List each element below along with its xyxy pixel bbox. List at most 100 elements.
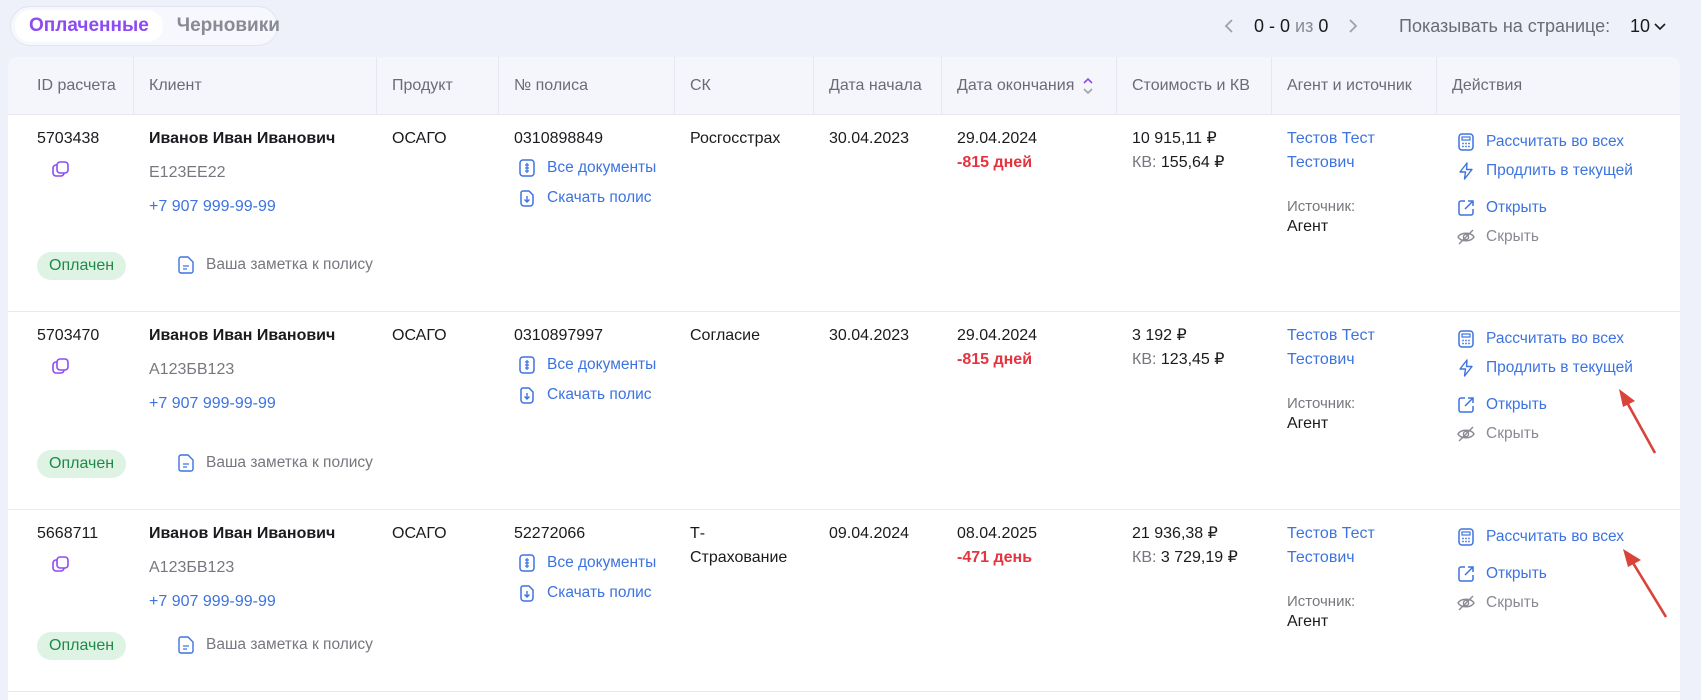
copy-icon[interactable] (50, 159, 72, 181)
open-button[interactable]: Открыть (1456, 196, 1547, 220)
commission: КВ: 155,64 ₽ (1132, 151, 1224, 175)
hide-label: Скрыть (1486, 425, 1539, 442)
col-end-date[interactable]: Дата окончания (957, 57, 1094, 115)
download-icon (520, 190, 534, 207)
download-policy-link[interactable]: Скачать полис (517, 578, 656, 608)
prev-page-button[interactable] (1220, 12, 1238, 40)
calc-all-button[interactable]: Рассчитать во всех (1456, 327, 1624, 351)
hide-button[interactable]: Скрыть (1456, 225, 1539, 249)
days-left: -815 дней (957, 351, 1033, 368)
row-id: 5703470 (37, 327, 100, 344)
start-date: 30.04.2023 (829, 130, 910, 147)
col-product: Продукт (392, 77, 453, 94)
client-name: Иванов Иван Иванович (149, 327, 336, 344)
product: ОСАГО (392, 130, 447, 147)
col-actions: Действия (1452, 77, 1523, 94)
download-icon (520, 585, 534, 602)
eye-off-icon (1457, 595, 1475, 611)
col-insurer: СК (690, 77, 711, 94)
copy-icon[interactable] (50, 356, 72, 378)
days-left: -471 день (957, 549, 1033, 566)
note-icon (178, 636, 194, 654)
lightning-icon (1459, 162, 1473, 180)
table-header: ID расчета Клиент Продукт № полиса СК Да… (8, 57, 1680, 115)
extend-current-button[interactable]: Продлить в текущей (1456, 356, 1633, 380)
kv-value: 123,45 ₽ (1160, 351, 1225, 368)
all-documents-link[interactable]: Все документы (517, 350, 656, 380)
end-date: 29.04.2024 (957, 130, 1038, 147)
per-page-label: Показывать на странице: (1399, 15, 1611, 36)
policy-note-button[interactable]: Ваша заметка к полису (176, 453, 373, 473)
all-documents-label: Все документы (547, 356, 657, 373)
document-icon (519, 554, 535, 572)
row-id: 5703438 (37, 130, 100, 147)
open-button[interactable]: Открыть (1456, 562, 1547, 586)
source-value: Агент (1287, 415, 1329, 432)
price: 10 915,11 ₽ (1132, 130, 1217, 147)
document-icon (519, 159, 535, 177)
per-page-select[interactable]: 10 (1630, 12, 1666, 40)
policy-note-button[interactable]: Ваша заметка к полису (176, 255, 373, 275)
policy-note-button[interactable]: Ваша заметка к полису (176, 635, 373, 655)
all-documents-link[interactable]: Все документы (517, 153, 656, 183)
eye-off-icon (1457, 229, 1475, 245)
col-client: Клиент (149, 77, 202, 94)
insurer: Росгосстрах (690, 130, 781, 147)
calc-all-label: Рассчитать во всех (1486, 528, 1625, 545)
sort-icon[interactable] (1082, 76, 1094, 96)
client-phone[interactable]: +7 907 999-99-99 (149, 590, 276, 614)
all-documents-label: Все документы (547, 554, 657, 571)
open-label: Открыть (1486, 199, 1547, 216)
pagination-range: 0 - 0 из 0 (1254, 12, 1328, 40)
kv-value: 155,64 ₽ (1160, 154, 1225, 171)
chevron-left-icon (1224, 19, 1233, 33)
open-label: Открыть (1486, 396, 1547, 413)
status-badge: Оплачен (37, 450, 127, 478)
agent-name[interactable]: Тестов Тест Тестович (1287, 324, 1397, 372)
hide-button[interactable]: Скрыть (1456, 591, 1539, 615)
days-left: -815 дней (957, 154, 1033, 171)
calculator-icon (1458, 528, 1474, 546)
commission: КВ: 3 729,19 ₽ (1132, 546, 1238, 570)
extend-current-button[interactable]: Продлить в текущей (1456, 159, 1633, 183)
download-policy-label: Скачать полис (547, 386, 652, 403)
client-phone[interactable]: +7 907 999-99-99 (149, 195, 276, 219)
open-label: Открыть (1486, 565, 1547, 582)
table-row: 5668711 Иванов Иван Иванович А123БВ123 +… (8, 510, 1680, 692)
copy-icon[interactable] (50, 554, 72, 576)
hide-button[interactable]: Скрыть (1456, 422, 1539, 446)
calc-all-label: Рассчитать во всех (1486, 133, 1625, 150)
col-id: ID расчета (37, 77, 116, 94)
policy-note-label: Ваша заметка к полису (206, 256, 373, 273)
table-row: 5703438 Иванов Иван Иванович Е123ЕЕ22 +7… (8, 115, 1680, 312)
client-phone[interactable]: +7 907 999-99-99 (149, 392, 276, 416)
download-policy-label: Скачать полис (547, 584, 652, 601)
of-label: из (1295, 15, 1314, 36)
commission: КВ: 123,45 ₽ (1132, 348, 1224, 372)
car-plate: А123БВ123 (149, 361, 235, 378)
all-documents-link[interactable]: Все документы (517, 548, 656, 578)
open-button[interactable]: Открыть (1456, 393, 1547, 417)
policy-number: 52272066 (514, 525, 586, 542)
agent-name[interactable]: Тестов Тест Тестович (1287, 522, 1397, 570)
status-tabs: Оплаченные Черновики (10, 6, 280, 46)
eye-off-icon (1457, 426, 1475, 442)
source-value: Агент (1287, 613, 1329, 630)
per-page-value: 10 (1630, 15, 1651, 36)
next-page-button[interactable] (1344, 12, 1362, 40)
insurer: Т-Страхование (690, 525, 788, 566)
calc-all-button[interactable]: Рассчитать во всех (1456, 130, 1624, 154)
note-icon (178, 454, 194, 472)
insurer: Согласие (690, 327, 761, 344)
document-icon (519, 356, 535, 374)
source-value: Агент (1287, 218, 1329, 235)
download-policy-link[interactable]: Скачать полис (517, 380, 656, 410)
download-policy-link[interactable]: Скачать полис (517, 183, 656, 213)
tab-paid[interactable]: Оплаченные (15, 10, 163, 42)
calc-all-button[interactable]: Рассчитать во всех (1456, 525, 1624, 549)
external-link-icon (1458, 566, 1474, 582)
kv-label: КВ: (1132, 549, 1157, 566)
col-end-date-label: Дата окончания (957, 77, 1075, 94)
agent-name[interactable]: Тестов Тест Тестович (1287, 127, 1397, 175)
tab-drafts[interactable]: Черновики (163, 10, 294, 42)
